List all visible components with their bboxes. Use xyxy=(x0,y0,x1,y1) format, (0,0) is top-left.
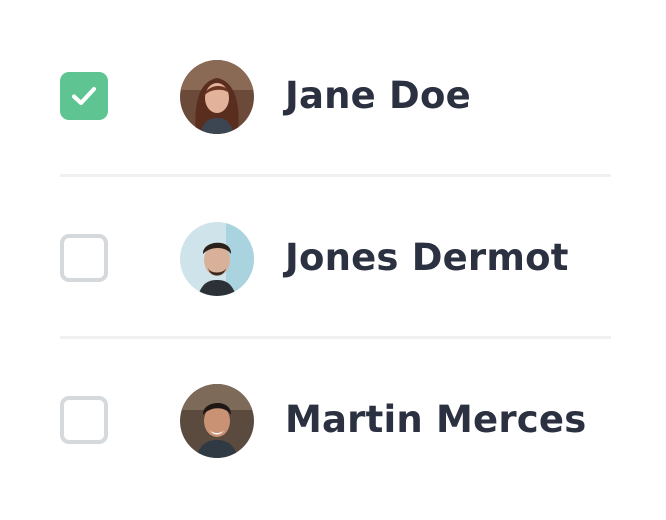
person-name: Jones Dermot xyxy=(285,236,569,279)
check-icon xyxy=(71,86,97,106)
avatar xyxy=(180,222,254,296)
checkbox-unchecked[interactable] xyxy=(60,396,108,444)
list-item: Martin Merces xyxy=(60,339,611,501)
checkbox-unchecked[interactable] xyxy=(60,234,108,282)
avatar xyxy=(180,384,254,458)
list-item: Jones Dermot xyxy=(60,177,611,339)
list-item: Jane Doe xyxy=(60,15,611,177)
checkbox-checked[interactable] xyxy=(60,72,108,120)
person-name: Martin Merces xyxy=(285,398,587,441)
avatar xyxy=(180,60,254,134)
person-name: Jane Doe xyxy=(285,74,471,117)
people-list: Jane Doe Jones Dermot Martin Merces xyxy=(60,15,611,501)
